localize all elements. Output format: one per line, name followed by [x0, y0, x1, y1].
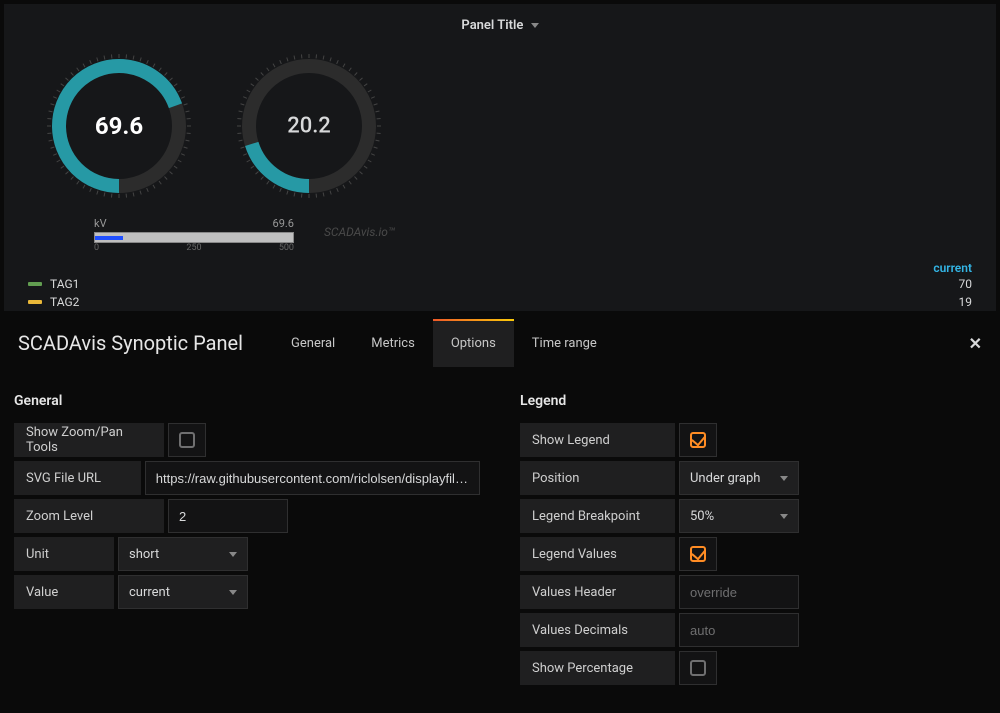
legend-swatch [28, 300, 42, 304]
gauge-2: 20.2 [234, 51, 384, 201]
input-svg-url[interactable] [145, 461, 480, 495]
gauge-1: 69.6 [44, 51, 194, 201]
select-legend-breakpoint[interactable]: 50% [679, 499, 799, 533]
legend-header: current [24, 261, 976, 275]
input-values-decimals[interactable] [679, 613, 799, 647]
label-show-percentage: Show Percentage [520, 651, 675, 685]
checkbox-legend-values[interactable] [679, 537, 717, 571]
label-values-decimals: Values Decimals [520, 613, 675, 647]
checkbox-show-legend[interactable] [679, 423, 717, 457]
label-position: Position [520, 461, 675, 495]
chevron-down-icon [531, 23, 539, 29]
bargraph-unit: kV [94, 217, 107, 230]
editor-title: SCADAvis Synoptic Panel [18, 331, 243, 355]
bargraph: kV 69.6 0 250 500 [94, 217, 294, 251]
label-values-header: Values Header [520, 575, 675, 609]
tab-general[interactable]: General [273, 319, 353, 367]
select-unit[interactable]: short [118, 537, 248, 571]
checkbox-show-percentage[interactable] [679, 651, 717, 685]
select-position[interactable]: Under graph [679, 461, 799, 495]
label-legend-breakpoint: Legend Breakpoint [520, 499, 675, 533]
watermark: SCADAvis.io™ [324, 225, 395, 251]
label-legend-values: Legend Values [520, 537, 675, 571]
checkbox-show-zoom[interactable] [168, 423, 206, 457]
legend-swatch [28, 282, 42, 286]
legend-value: 19 [959, 295, 973, 309]
gauge-1-value: 69.6 [95, 112, 143, 140]
legend-name: TAG2 [50, 295, 79, 309]
input-zoom-level[interactable] [168, 499, 288, 533]
tab-metrics[interactable]: Metrics [353, 319, 433, 367]
label-show-zoom: Show Zoom/Pan Tools [14, 423, 164, 457]
chevron-down-icon [229, 590, 237, 595]
chevron-down-icon [780, 514, 788, 519]
tab-options[interactable]: Options [433, 319, 514, 367]
legend-name: TAG1 [50, 277, 79, 291]
gauge-2-value: 20.2 [287, 114, 331, 139]
section-general-heading: General [14, 393, 480, 409]
panel-title-text: Panel Title [461, 18, 523, 33]
close-icon[interactable]: ✕ [969, 334, 982, 353]
input-values-header[interactable] [679, 575, 799, 609]
panel-title[interactable]: Panel Title [24, 12, 976, 43]
label-svg-url: SVG File URL [14, 461, 141, 495]
panel-legend: current TAG1 70 TAG2 19 [24, 261, 976, 311]
tab-timerange[interactable]: Time range [514, 319, 615, 367]
select-value[interactable]: current [118, 575, 248, 609]
legend-row[interactable]: TAG1 70 [24, 275, 976, 293]
legend-row[interactable]: TAG2 19 [24, 293, 976, 311]
label-show-legend: Show Legend [520, 423, 675, 457]
bargraph-reading: 69.6 [273, 217, 294, 230]
section-legend-heading: Legend [520, 393, 986, 409]
chevron-down-icon [780, 476, 788, 481]
label-value: Value [14, 575, 114, 609]
label-zoom-level: Zoom Level [14, 499, 164, 533]
legend-value: 70 [959, 277, 973, 291]
chevron-down-icon [229, 552, 237, 557]
label-unit: Unit [14, 537, 114, 571]
